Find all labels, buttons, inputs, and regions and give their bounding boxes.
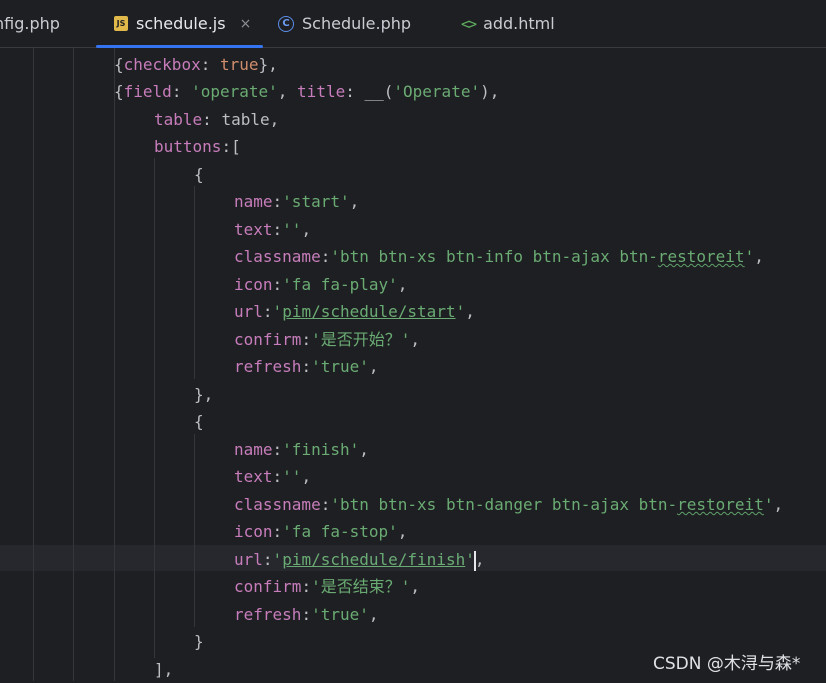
tab-add-html[interactable]: <> add.html bbox=[461, 0, 555, 47]
editor-tab-bar: nfig.php JS schedule.js × C Schedule.php… bbox=[0, 0, 826, 48]
code-line: {checkbox: true}, bbox=[114, 55, 278, 74]
code-line: }, bbox=[194, 385, 214, 404]
code-line: confirm:'是否结束？', bbox=[234, 577, 420, 596]
tab-label: schedule.js bbox=[136, 14, 226, 33]
php-class-icon: C bbox=[278, 15, 294, 32]
code-line: icon:'fa fa-stop', bbox=[234, 522, 408, 541]
tab-label: nfig.php bbox=[0, 14, 60, 33]
close-icon[interactable]: × bbox=[240, 16, 252, 32]
code-line: { bbox=[194, 165, 204, 184]
code-line: refresh:'true', bbox=[234, 605, 379, 624]
code-line: { bbox=[194, 412, 204, 431]
code-line: buttons:[ bbox=[154, 137, 241, 156]
code-line: {field: 'operate', title: __('Operate'), bbox=[114, 82, 500, 101]
watermark: CSDN @木浔与森* bbox=[653, 654, 801, 674]
url-link[interactable]: pim/schedule/finish bbox=[282, 550, 465, 569]
indent-guide bbox=[194, 186, 195, 379]
indent-guide bbox=[114, 48, 115, 681]
code-line: classname:'btn btn-xs btn-danger btn-aja… bbox=[234, 495, 784, 514]
tab-label: Schedule.php bbox=[302, 14, 412, 33]
indent-guide bbox=[73, 48, 74, 681]
html-file-icon: <> bbox=[461, 14, 477, 33]
url-link[interactable]: pim/schedule/start bbox=[282, 302, 455, 321]
tab-config-php[interactable]: nfig.php bbox=[0, 0, 60, 47]
code-line: confirm:'是否开始？', bbox=[234, 330, 420, 349]
code-line: ], bbox=[154, 660, 174, 679]
tab-label: add.html bbox=[483, 14, 555, 33]
code-line: refresh:'true', bbox=[234, 357, 379, 376]
indent-guide bbox=[154, 158, 155, 658]
code-line: name:'finish', bbox=[234, 440, 369, 459]
code-line: text:'', bbox=[234, 220, 312, 239]
code-line-current: url:'pim/schedule/finish', bbox=[234, 550, 485, 571]
indent-guide bbox=[33, 48, 34, 681]
js-file-icon: JS bbox=[114, 16, 128, 31]
code-line: url:'pim/schedule/start', bbox=[234, 302, 475, 321]
code-line: } bbox=[194, 632, 204, 651]
tab-schedule-php[interactable]: C Schedule.php bbox=[278, 0, 411, 47]
code-line: name:'start', bbox=[234, 192, 360, 211]
code-line: classname:'btn btn-xs btn-info btn-ajax … bbox=[234, 247, 764, 266]
code-line: table: table, bbox=[154, 110, 280, 129]
code-line: icon:'fa fa-play', bbox=[234, 275, 408, 294]
code-line: text:'', bbox=[234, 467, 312, 486]
code-editor[interactable]: {checkbox: true}, {field: 'operate', tit… bbox=[0, 48, 826, 681]
indent-guide bbox=[194, 434, 195, 627]
tab-schedule-js[interactable]: JS schedule.js × bbox=[96, 0, 264, 48]
